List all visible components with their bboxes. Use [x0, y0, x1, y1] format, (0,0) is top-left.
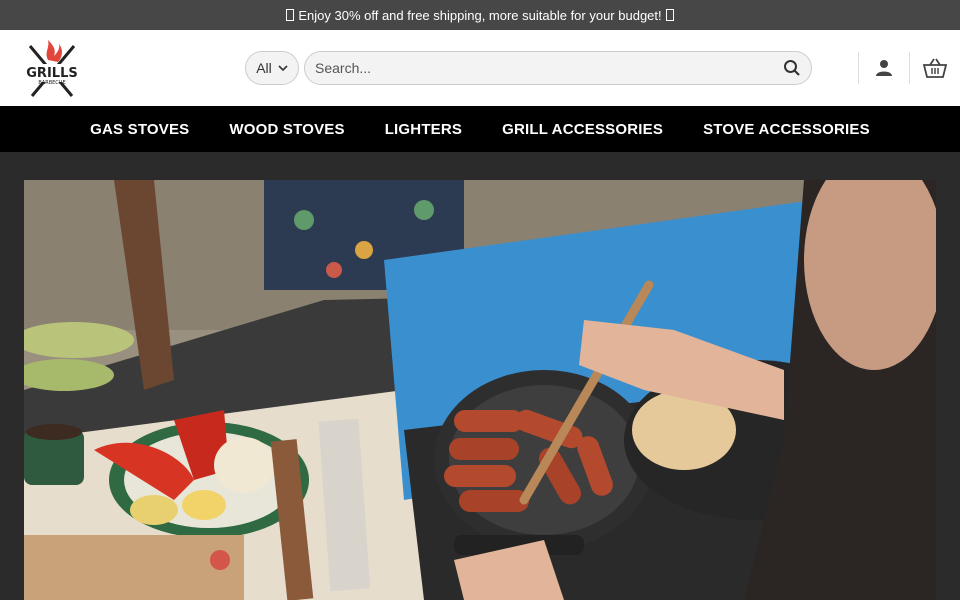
site-header: GRILLS BARBECUE All — [0, 30, 960, 106]
search-input[interactable] — [315, 60, 783, 76]
category-select-value: All — [256, 60, 272, 76]
hero-image — [24, 180, 936, 600]
search-bar: All — [245, 51, 812, 85]
user-icon — [876, 60, 892, 76]
main-content — [0, 152, 960, 600]
account-button[interactable] — [859, 52, 909, 84]
nav-item-lighters[interactable]: LIGHTERS — [385, 121, 462, 138]
grill-logo-icon: GRILLS BARBECUE — [26, 40, 78, 97]
nav-item-gas-stoves[interactable]: GAS STOVES — [90, 121, 189, 138]
category-select[interactable]: All — [245, 51, 299, 85]
header-icons — [858, 52, 960, 84]
main-nav: GAS STOVES WOOD STOVES LIGHTERS GRILL AC… — [0, 106, 960, 152]
search-field — [304, 51, 812, 85]
chevron-down-icon — [278, 65, 288, 72]
nav-item-wood-stoves[interactable]: WOOD STOVES — [229, 121, 344, 138]
cart-button[interactable] — [910, 52, 960, 84]
hero-banner[interactable] — [24, 180, 936, 600]
search-icon[interactable] — [783, 59, 801, 77]
svg-text:BARBECUE: BARBECUE — [38, 80, 65, 86]
nav-item-grill-accessories[interactable]: GRILL ACCESSORIES — [502, 121, 663, 138]
basket-icon — [923, 58, 947, 78]
cutting-board-icon — [24, 535, 244, 600]
promo-icon-left — [286, 9, 295, 21]
promo-bar: Enjoy 30% off and free shipping, more su… — [0, 0, 960, 30]
promo-icon-right — [665, 9, 674, 21]
promo-text: Enjoy 30% off and free shipping, more su… — [298, 7, 662, 23]
site-logo[interactable]: GRILLS BARBECUE — [26, 38, 78, 98]
nav-item-stove-accessories[interactable]: STOVE ACCESSORIES — [703, 121, 870, 138]
svg-text:GRILLS: GRILLS — [26, 66, 77, 81]
